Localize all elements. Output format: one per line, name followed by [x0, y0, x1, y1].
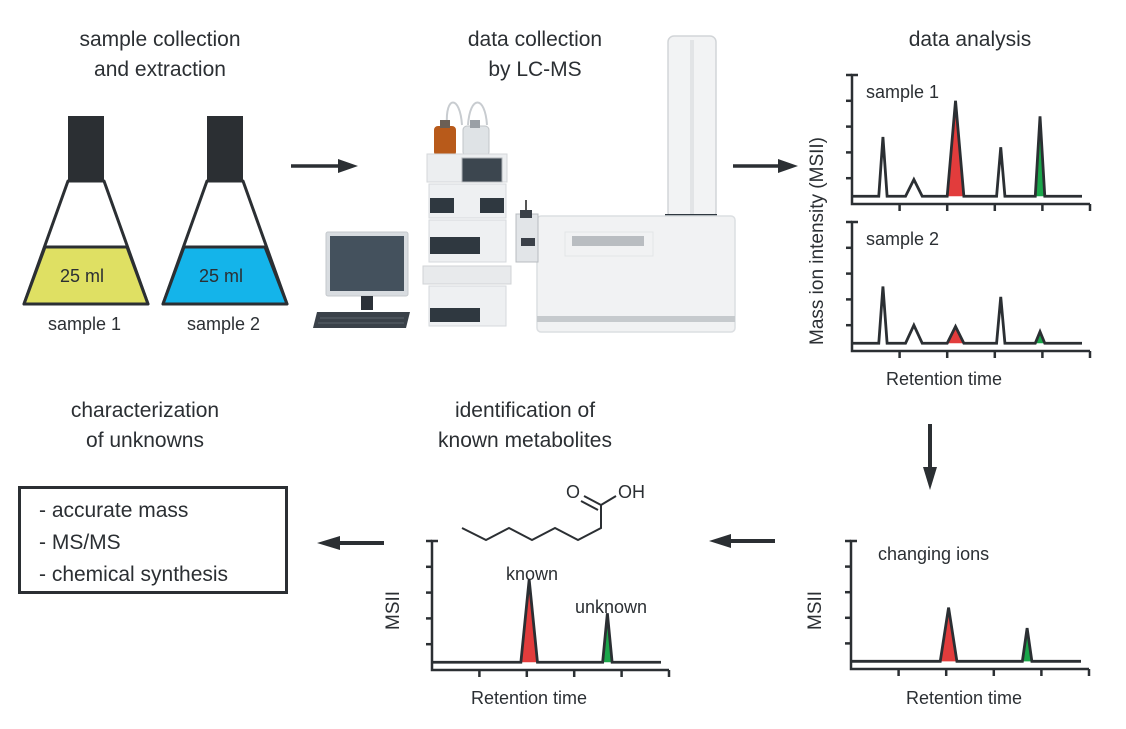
characterization-methods-box: - accurate mass - MS/MS - chemical synth…	[18, 486, 288, 594]
chart-sample-1-title: sample 1	[866, 82, 940, 102]
arrow-left-icon	[317, 536, 384, 550]
method-accurate-mass: - accurate mass	[39, 499, 189, 522]
method-chemical-synthesis: - chemical synthesis	[39, 563, 229, 586]
method-ms-ms: - MS/MS	[39, 531, 121, 554]
chart-sample-2-xlabel: Retention time	[886, 369, 1003, 389]
hydroxyl-bond	[600, 495, 617, 506]
analysis-ylabel: Mass ion intensity (MSII)	[807, 137, 828, 345]
known-peak-label: known	[506, 564, 559, 584]
flask-2-label: sample 2	[187, 314, 261, 334]
chart-changing-ions-xlabel: Retention time	[906, 688, 1023, 708]
lc-stack-icon	[422, 101, 512, 327]
chromatogram-trace	[432, 579, 661, 664]
chromatogram-trace	[852, 286, 1082, 345]
chart-known-metabolites-xlabel: Retention time	[471, 688, 588, 708]
arrow-right-icon	[733, 159, 798, 173]
carbon-chain	[461, 505, 602, 542]
computer-monitor-icon	[313, 231, 410, 328]
chart-changing-ions-ylabel: MSII	[805, 590, 826, 630]
octanoic-acid-structure	[461, 495, 617, 542]
arrow-down-icon	[923, 424, 937, 490]
flask-1-neck	[68, 116, 104, 181]
flask-2-neck	[207, 116, 243, 181]
flask-1-label: sample 1	[48, 314, 122, 334]
chromatogram-trace	[852, 100, 1082, 198]
arrow-left-icon	[709, 534, 775, 548]
flask-2-volume: 25 ml	[199, 266, 244, 286]
oxygen-label: O	[566, 482, 580, 502]
workflow-diagram: O OH	[22, 35, 1092, 677]
flask-1-volume: 25 ml	[60, 266, 105, 286]
chromatogram-trace	[851, 607, 1081, 663]
chart-known-metabolites-ylabel: MSII	[383, 590, 404, 630]
chart-changing-ions-title: changing ions	[878, 544, 990, 564]
hydroxyl-label: OH	[618, 482, 645, 502]
arrow-right-icon	[291, 159, 358, 173]
mass-spectrometer-icon	[515, 35, 736, 333]
unknown-peak-label: unknown	[575, 597, 648, 617]
chart-sample-2-title: sample 2	[866, 229, 940, 249]
lc-ms-instrument-icon	[313, 35, 736, 333]
